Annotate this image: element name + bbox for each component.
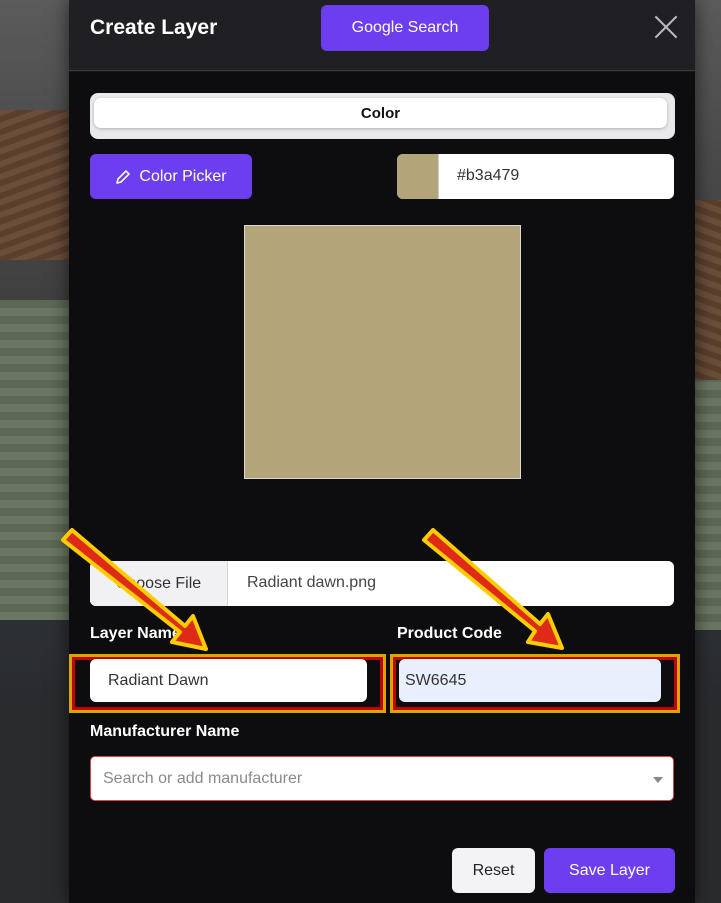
siding-left (0, 300, 75, 620)
create-layer-modal: Create Layer Google Search Color Color P… (69, 0, 695, 903)
reset-button[interactable]: Reset (452, 848, 535, 893)
chevron-down-icon[interactable] (653, 777, 663, 783)
color-picker-button[interactable]: Color Picker (90, 154, 252, 199)
manufacturer-label: Manufacturer Name (90, 723, 240, 740)
pencil-icon (116, 169, 131, 184)
file-input[interactable]: Choose File Radiant dawn.png (90, 561, 674, 606)
modal-header: Create Layer Google Search (69, 0, 695, 71)
layer-name-label: Layer Name (90, 625, 181, 642)
product-code-label: Product Code (397, 625, 502, 642)
tab-bar: Color (90, 93, 675, 139)
layer-name-input[interactable]: Radiant Dawn (90, 659, 367, 702)
modal-body: Color Color Picker #b3a479 Choose File R… (69, 72, 695, 903)
file-name: Radiant dawn.png (247, 574, 376, 591)
hex-color-field[interactable]: #b3a479 (397, 154, 674, 199)
manufacturer-placeholder: Search or add manufacturer (103, 769, 303, 787)
color-picker-label: Color Picker (139, 167, 227, 185)
manufacturer-select[interactable]: Search or add manufacturer (90, 756, 674, 801)
close-icon[interactable] (653, 14, 679, 40)
color-preview (244, 225, 521, 479)
save-layer-button[interactable]: Save Layer (544, 848, 675, 893)
hex-value: #b3a479 (457, 167, 520, 184)
choose-file-button[interactable]: Choose File (90, 561, 228, 606)
google-search-button[interactable]: Google Search (321, 5, 489, 51)
color-swatch-small[interactable] (397, 154, 439, 199)
product-code-input[interactable]: SW6645 (399, 659, 661, 702)
modal-title: Create Layer (90, 16, 218, 39)
tab-color[interactable]: Color (94, 98, 667, 128)
